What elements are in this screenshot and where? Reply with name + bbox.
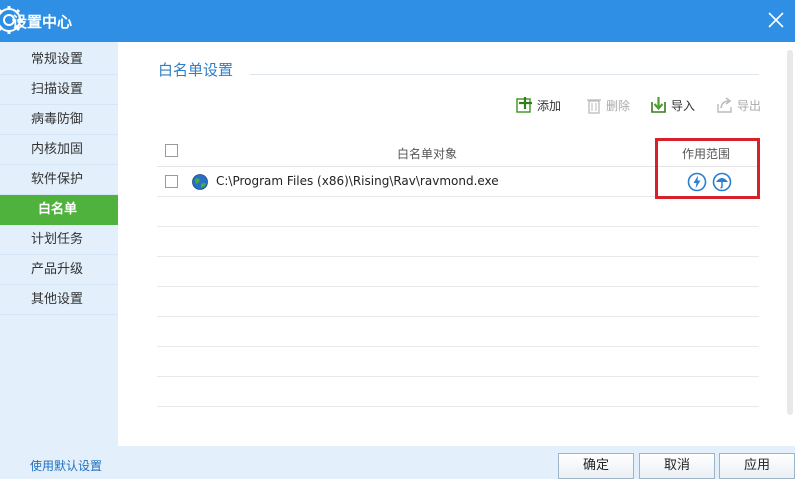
add-label: 添加 [537,99,562,113]
globe-file-icon [192,174,208,190]
sidebar-item-scan[interactable]: 扫描设置 [0,75,118,105]
sidebar-item-scheduled[interactable]: 计划任务 [0,225,118,255]
row-path: C:\Program Files (x86)\Rising\Rav\ravmon… [216,174,499,188]
scope-highlight-box [655,138,760,199]
sidebar-item-software-protect[interactable]: 软件保护 [0,165,118,195]
section-divider [250,74,759,75]
table-row-empty [157,347,759,377]
delete-label: 删除 [606,99,631,113]
export-icon [717,97,732,113]
sidebar-item-general[interactable]: 常规设置 [0,45,118,75]
table-row-empty [157,377,759,407]
select-all-checkbox[interactable] [165,144,178,157]
export-button[interactable]: 导出 [716,96,766,116]
add-icon [516,97,532,113]
title-bar: 设置中心 [0,0,795,42]
import-label: 导入 [671,99,696,113]
window-title: 设置中心 [12,13,73,31]
table-row-empty [157,287,759,317]
import-icon [651,97,666,113]
table-row-empty [157,197,759,227]
restore-defaults-link[interactable]: 使用默认设置 [30,457,102,474]
ok-button[interactable]: 确定 [558,453,634,479]
scrollbar[interactable] [787,50,793,415]
sidebar-item-kernel[interactable]: 内核加固 [0,135,118,165]
sidebar-item-whitelist[interactable]: 白名单 [0,195,124,225]
table-row-empty [157,257,759,287]
close-icon[interactable] [765,9,787,31]
section-title: 白名单设置 [158,61,234,79]
trash-icon [587,99,601,114]
add-button[interactable]: 添加 [516,96,566,116]
sidebar-item-other[interactable]: 其他设置 [0,285,118,315]
row-checkbox[interactable] [165,175,178,188]
apply-button[interactable]: 应用 [719,453,795,479]
cancel-button[interactable]: 取消 [639,453,715,479]
sidebar-item-upgrade[interactable]: 产品升级 [0,255,118,285]
table-row-empty [157,317,759,347]
sidebar-item-virus-defense[interactable]: 病毒防御 [0,105,118,135]
table-row-empty [157,227,759,257]
column-header-object: 白名单对象 [397,147,458,161]
delete-button[interactable]: 删除 [585,96,635,116]
export-label: 导出 [737,99,762,113]
import-button[interactable]: 导入 [650,96,700,116]
